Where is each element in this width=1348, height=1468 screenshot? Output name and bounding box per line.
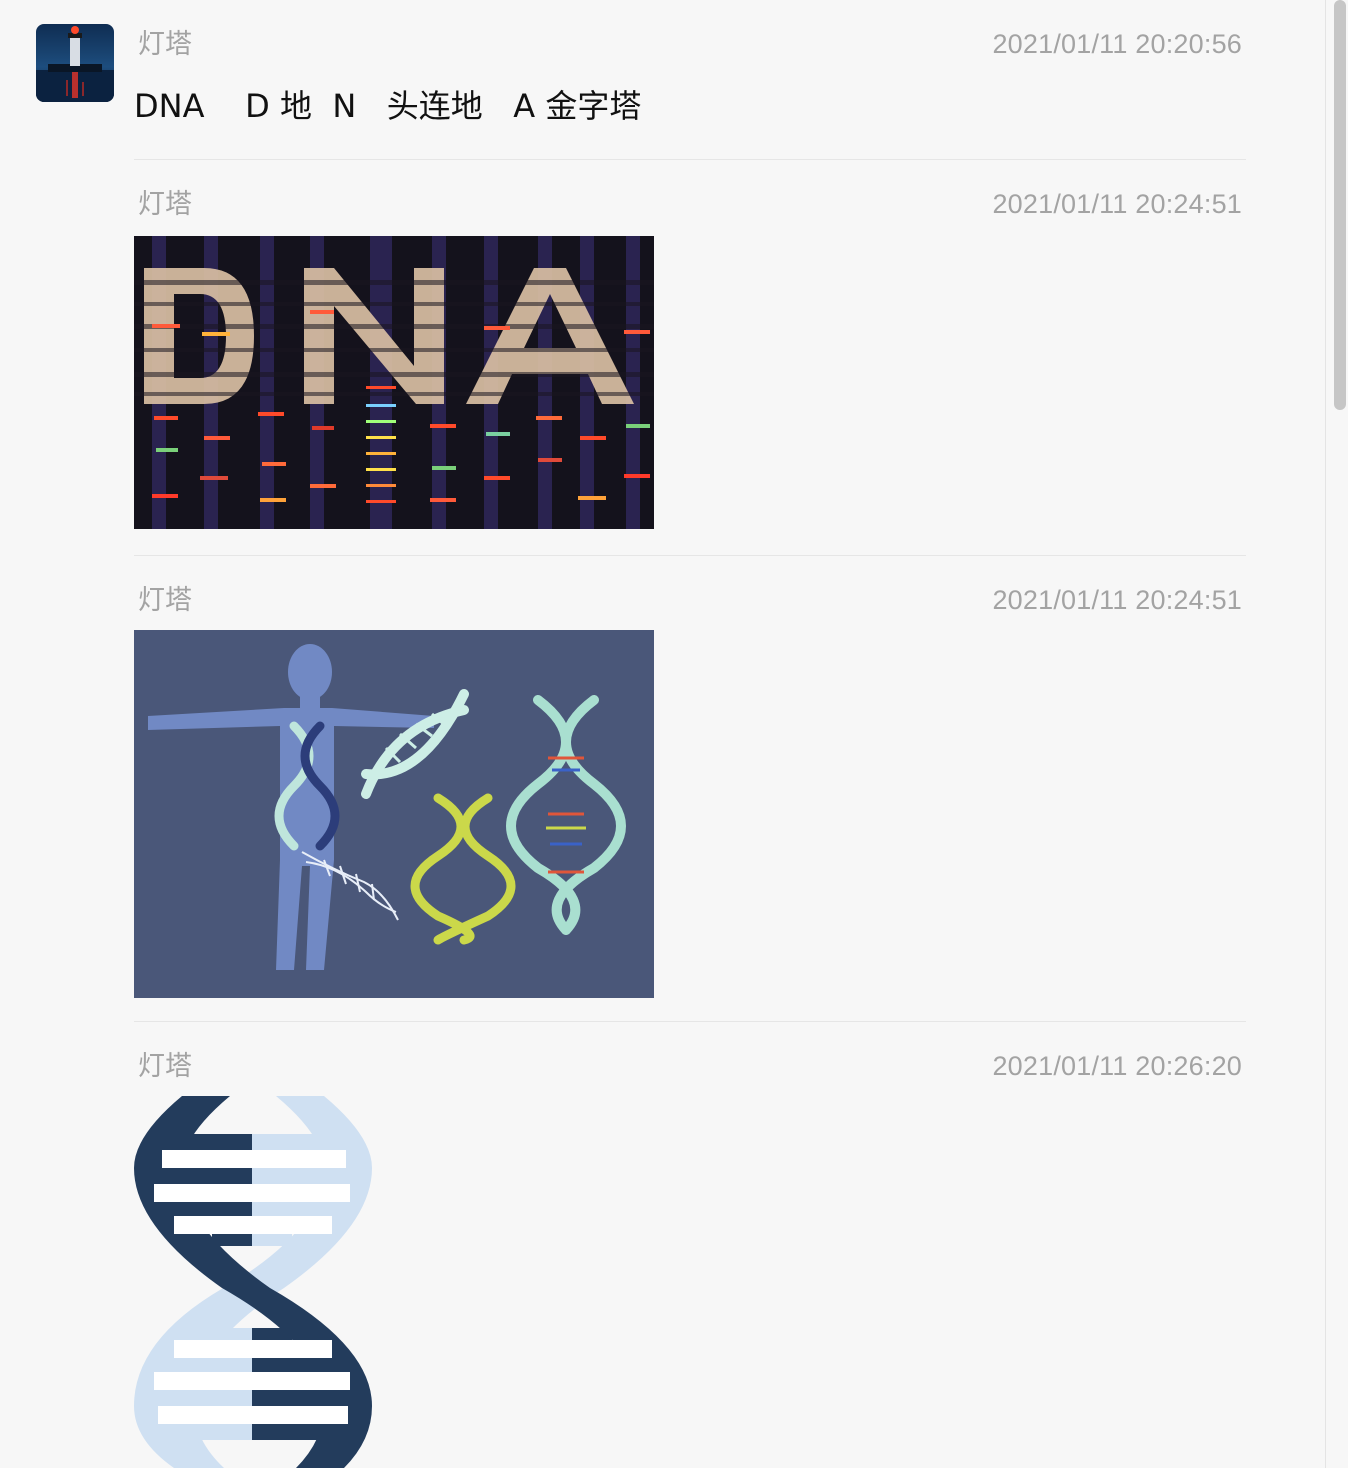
message-time: 2021/01/11 20:26:20 xyxy=(992,1051,1242,1081)
scrollbar-track[interactable] xyxy=(1325,0,1348,1468)
message-time: 2021/01/11 20:24:51 xyxy=(992,585,1242,615)
dna-gel-photo-icon[interactable] xyxy=(134,236,654,529)
message-item: 灯塔 2021/01/11 20:20:56 DNA D 地 N 头连地 A 金… xyxy=(134,24,1246,134)
scrollbar-thumb[interactable] xyxy=(1334,0,1346,410)
message-divider xyxy=(134,555,1246,556)
dna-helix-graphic-icon[interactable] xyxy=(134,1096,372,1468)
sender-name: 灯塔 xyxy=(138,29,192,59)
message-text[interactable]: DNA D 地 N 头连地 A 金字塔 xyxy=(134,84,641,128)
sender-name: 灯塔 xyxy=(138,585,192,615)
human-dna-illustration-icon[interactable] xyxy=(134,630,654,998)
sender-name: 灯塔 xyxy=(138,189,192,219)
message-divider xyxy=(134,159,1246,160)
sender-name: 灯塔 xyxy=(138,1051,192,1081)
message-time: 2021/01/11 20:20:56 xyxy=(992,29,1242,59)
message-time: 2021/01/11 20:24:51 xyxy=(992,189,1242,219)
message-divider xyxy=(134,1021,1246,1022)
chat-history-view: 灯塔 2021/01/11 20:20:56 DNA D 地 N 头连地 A 金… xyxy=(0,0,1348,1468)
lighthouse-avatar-icon[interactable] xyxy=(36,24,114,102)
message-item: 灯塔 2021/01/11 20:26:20 xyxy=(134,1046,1246,1468)
message-item: 灯塔 2021/01/11 20:24:51 xyxy=(134,580,1246,1000)
message-item: 灯塔 2021/01/11 20:24:51 xyxy=(134,184,1246,534)
